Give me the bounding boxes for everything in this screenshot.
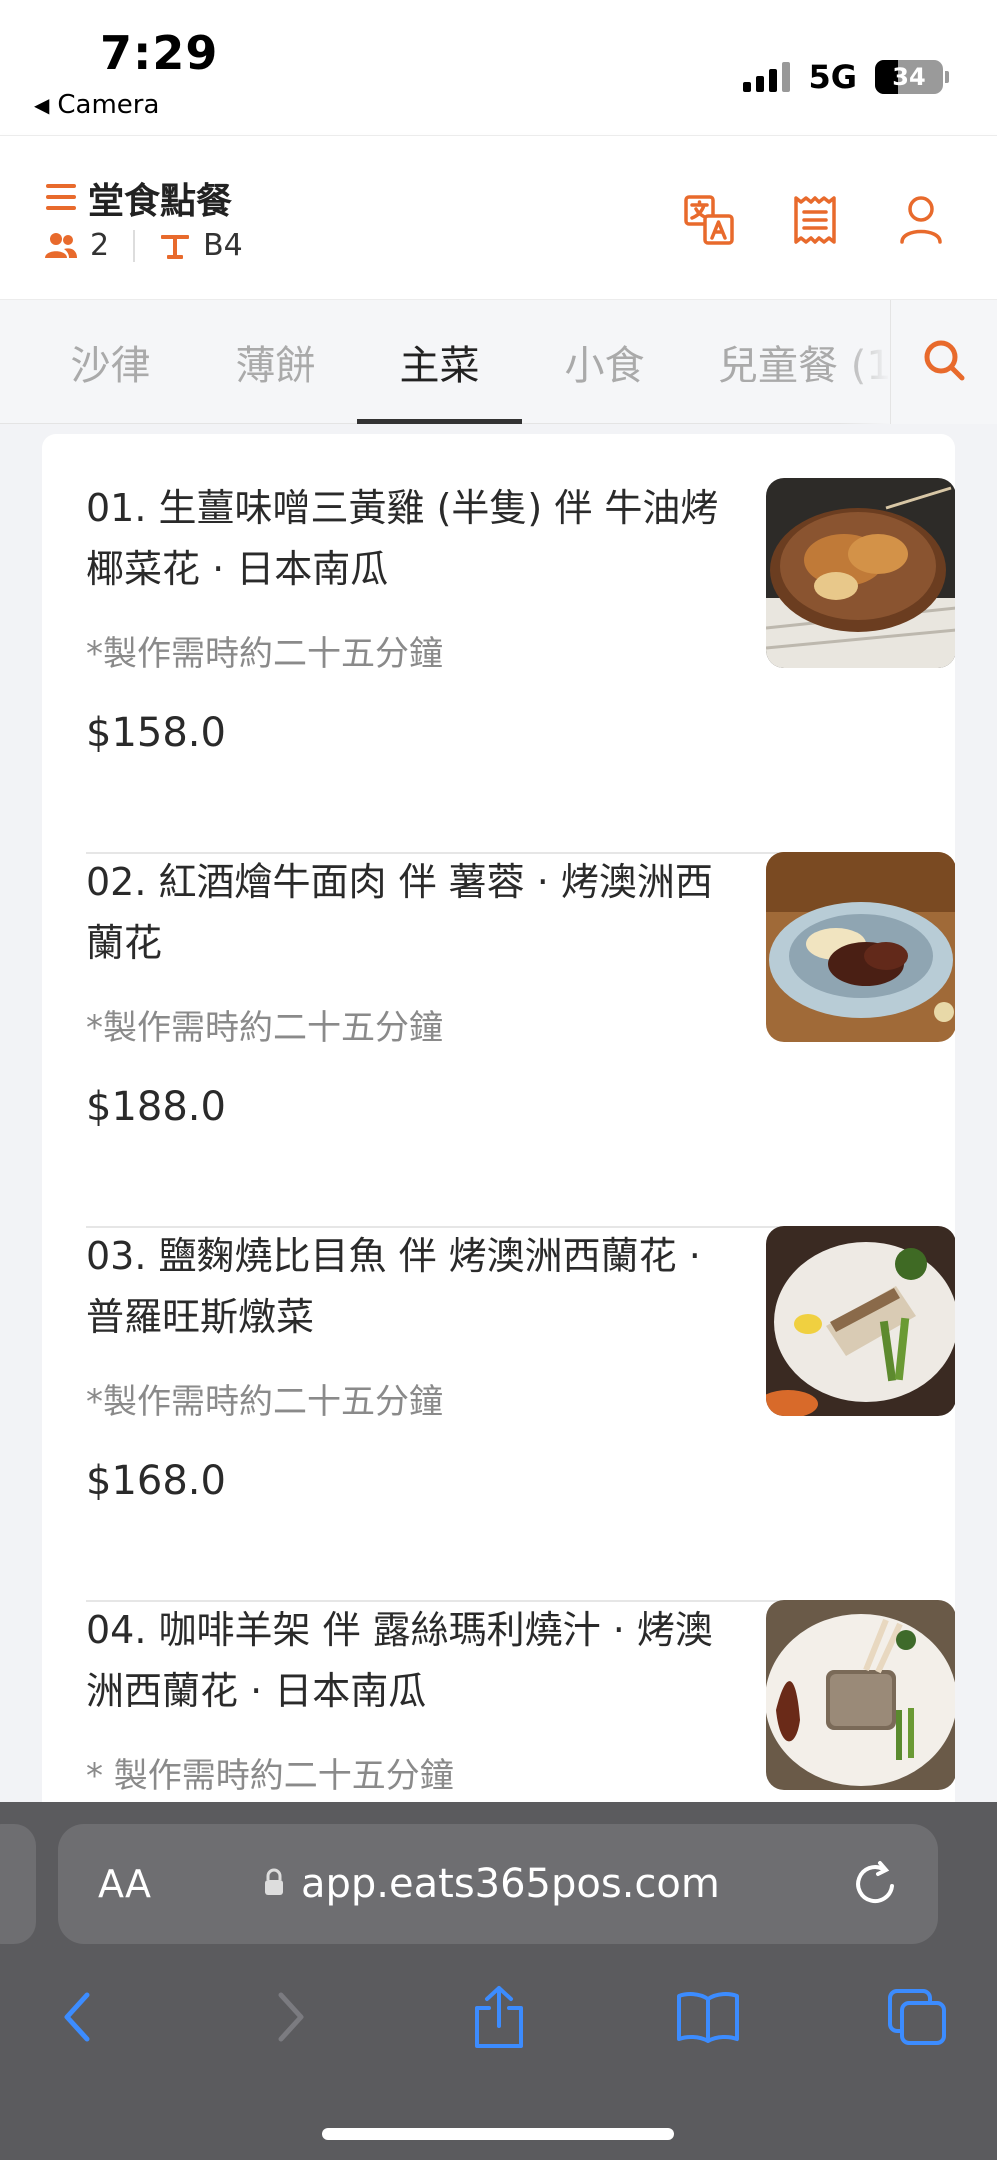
- tabs-icon[interactable]: [884, 1984, 950, 2050]
- status-bar: 7:29 ◀ Camera 5G 34: [0, 0, 997, 135]
- item-image-chicken[interactable]: [766, 478, 955, 668]
- guests-icon: [44, 231, 78, 261]
- tab-snacks[interactable]: 小食: [532, 300, 677, 424]
- item-note: *製作需時約二十五分鐘: [86, 634, 443, 674]
- back-icon[interactable]: [44, 1984, 110, 2050]
- lock-icon: [263, 1861, 285, 1907]
- back-label: Camera: [57, 90, 160, 120]
- reload-icon[interactable]: [850, 1858, 902, 1910]
- item-note: *製作需時約二十五分鐘: [86, 1008, 443, 1048]
- back-to-camera-link[interactable]: ◀ Camera: [34, 90, 159, 120]
- signal-icon: [743, 62, 791, 92]
- battery-icon: 34: [875, 60, 949, 94]
- item-name: 02. 紅酒燴牛面肉 伴 薯蓉 · 烤澳洲西蘭花: [86, 860, 713, 965]
- item-price: $168.0: [86, 1458, 226, 1504]
- tab-main-course[interactable]: 主菜: [357, 300, 522, 424]
- item-image-lamb-rack[interactable]: [766, 1600, 955, 1790]
- tab-pizza[interactable]: 薄餅: [203, 300, 348, 424]
- address-bar[interactable]: AA app.eats365pos.com: [58, 1824, 938, 1944]
- item-note: * 製作需時約二十五分鐘: [86, 1756, 454, 1796]
- tab-fade: [840, 300, 890, 424]
- header-actions: [681, 192, 949, 248]
- category-tabs: 沙律 薄餅 主菜 小食 兒童餐 (1: [0, 300, 997, 424]
- browser-nav: [0, 1962, 997, 2072]
- table-icon: [159, 230, 191, 262]
- item-name: 03. 鹽麴燒比目魚 伴 烤澳洲西蘭花 · 普羅旺斯燉菜: [86, 1234, 701, 1339]
- item-name: 01. 生薑味噌三黃雞 (半隻) 伴 牛油烤椰菜花 · 日本南瓜: [86, 486, 719, 591]
- url-text: app.eats365pos.com: [301, 1861, 720, 1907]
- previous-tab-peek[interactable]: [0, 1824, 36, 1944]
- url-display[interactable]: app.eats365pos.com: [263, 1824, 720, 1944]
- battery-percent: 34: [892, 63, 926, 91]
- table-number: B4: [203, 228, 243, 263]
- user-account-icon[interactable]: [893, 192, 949, 248]
- item-price: $188.0: [86, 1084, 226, 1130]
- back-triangle-icon: ◀: [34, 93, 50, 117]
- item-image-halibut[interactable]: [766, 1226, 955, 1416]
- menu-list: 01. 生薑味噌三黃雞 (半隻) 伴 牛油烤椰菜花 · 日本南瓜 *製作需時約二…: [42, 434, 955, 1934]
- home-indicator: [322, 2128, 674, 2140]
- item-note: *製作需時約二十五分鐘: [86, 1382, 443, 1422]
- network-type: 5G: [808, 58, 857, 96]
- app-header: 堂食點餐 2 B4: [0, 135, 997, 300]
- status-time: 7:29: [100, 26, 219, 80]
- status-indicators: 5G 34: [743, 58, 949, 96]
- item-name: 04. 咖啡羊架 伴 露絲瑪利燒汁 · 烤澳洲西蘭花 · 日本南瓜: [86, 1608, 713, 1713]
- translate-icon[interactable]: [681, 192, 737, 248]
- forward-icon[interactable]: [258, 1984, 324, 2050]
- bookmarks-icon[interactable]: [675, 1984, 741, 2050]
- guest-count: 2: [90, 228, 110, 263]
- item-image-beef-cheek[interactable]: [766, 852, 955, 1042]
- tab-salad[interactable]: 沙律: [38, 300, 183, 424]
- item-price: $158.0: [86, 710, 226, 756]
- order-meta: 2 B4: [44, 228, 243, 263]
- aa-label: AA: [98, 1862, 152, 1906]
- search-icon: [921, 337, 967, 387]
- order-receipt-icon[interactable]: [787, 192, 843, 248]
- browser-toolbar: AA app.eats365pos.com: [0, 1802, 997, 2160]
- search-button[interactable]: [890, 300, 997, 424]
- reader-settings-button[interactable]: AA: [98, 1824, 151, 1944]
- menu-hamburger-icon[interactable]: [46, 184, 76, 210]
- page-title: 堂食點餐: [88, 181, 233, 222]
- share-icon[interactable]: [466, 1984, 532, 2050]
- meta-divider: [133, 229, 136, 262]
